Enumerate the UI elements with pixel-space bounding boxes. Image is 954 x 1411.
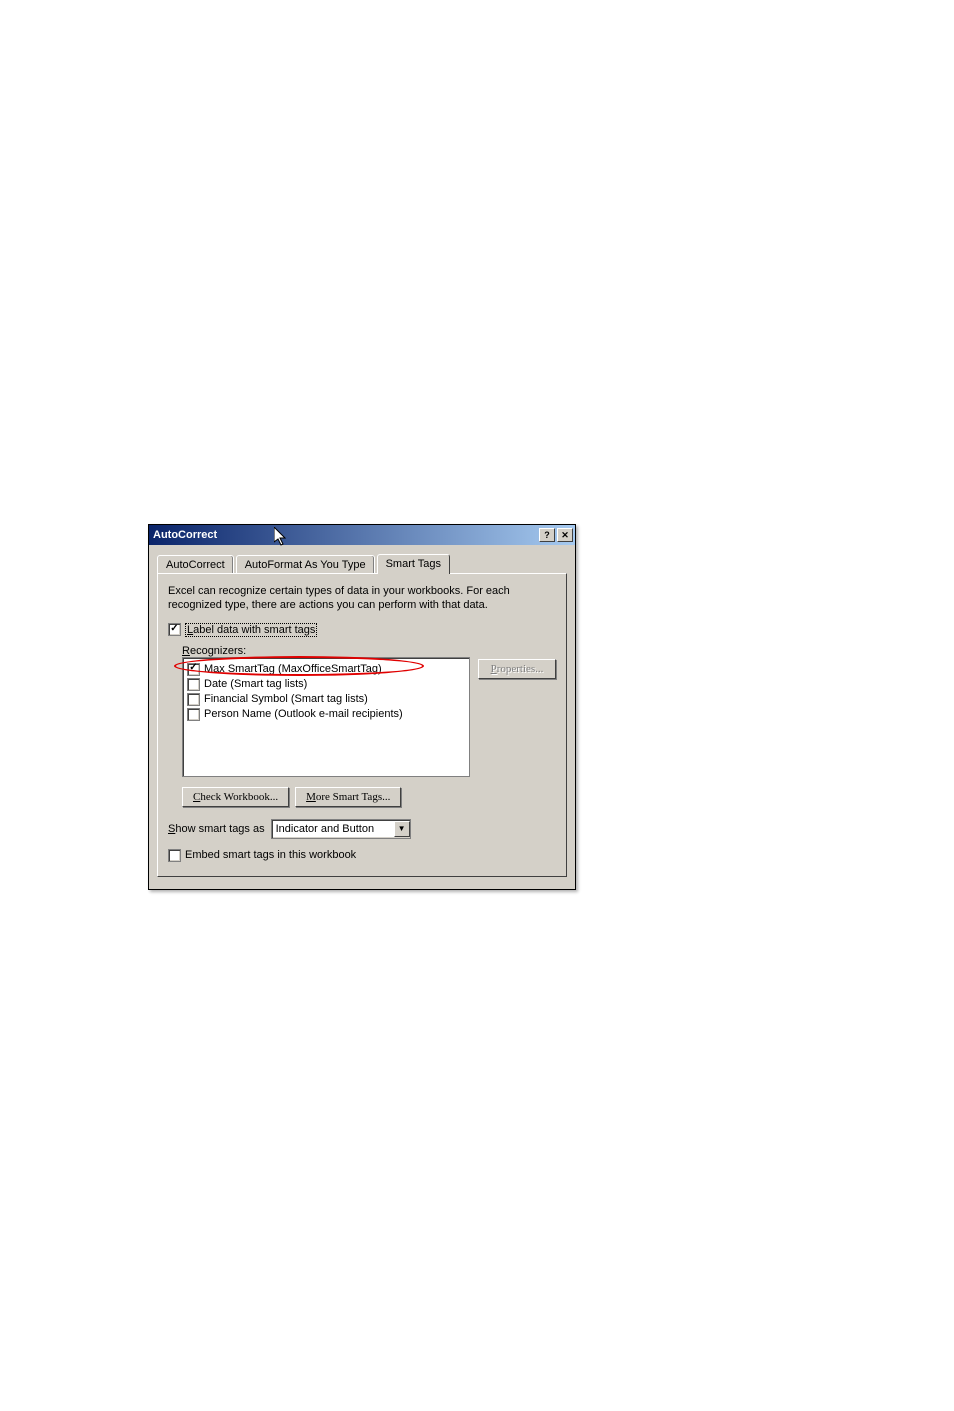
show-smart-tags-row: Show smart tags as Indicator and Button … xyxy=(168,819,556,839)
help-button[interactable]: ? xyxy=(539,528,555,542)
recognizer-label: Financial Symbol (Smart tag lists) xyxy=(204,693,368,705)
recognizer-checkbox[interactable] xyxy=(187,693,200,706)
recognizers-section: Recognizers: Max SmartTag (MaxOfficeSmar… xyxy=(182,645,556,777)
chevron-down-icon[interactable]: ▼ xyxy=(394,821,410,837)
embed-label: Embed smart tags in this workbook xyxy=(185,849,356,861)
recognizer-checkbox[interactable] xyxy=(187,663,200,676)
more-smart-tags-button[interactable]: More Smart Tags... xyxy=(295,787,401,807)
tab-autoformat[interactable]: AutoFormat As You Type xyxy=(236,555,375,574)
tab-autocorrect[interactable]: AutoCorrect xyxy=(157,555,234,574)
titlebar[interactable]: AutoCorrect ? ✕ xyxy=(149,525,575,545)
recognizer-checkbox[interactable] xyxy=(187,678,200,691)
check-workbook-button[interactable]: Check Workbook... xyxy=(182,787,289,807)
label-data-checkbox[interactable] xyxy=(168,623,181,636)
tab-smarttags[interactable]: Smart Tags xyxy=(377,554,450,574)
recognizers-label: Recognizers: xyxy=(182,645,556,657)
recognizer-item[interactable]: Date (Smart tag lists) xyxy=(187,677,465,692)
tabs: AutoCorrect AutoFormat As You Type Smart… xyxy=(157,553,567,573)
button-row: Check Workbook... More Smart Tags... xyxy=(182,787,556,807)
autocorrect-dialog: AutoCorrect ? ✕ AutoCorrect AutoFormat A… xyxy=(148,524,576,890)
label-data-checkbox-row[interactable]: Label data with smart tags xyxy=(168,623,556,637)
recognizer-label: Date (Smart tag lists) xyxy=(204,678,307,690)
show-as-label: Show smart tags as xyxy=(168,823,265,835)
recognizer-label: Person Name (Outlook e-mail recipients) xyxy=(204,708,403,720)
recognizer-item[interactable]: Max SmartTag (MaxOfficeSmartTag) xyxy=(187,662,465,677)
dialog-body: AutoCorrect AutoFormat As You Type Smart… xyxy=(149,545,575,889)
embed-checkbox-row[interactable]: Embed smart tags in this workbook xyxy=(168,849,556,862)
label-data-label: Label data with smart tags xyxy=(185,623,317,637)
recognizer-item[interactable]: Financial Symbol (Smart tag lists) xyxy=(187,692,465,707)
intro-text: Excel can recognize certain types of dat… xyxy=(168,584,556,613)
tab-panel: Excel can recognize certain types of dat… xyxy=(157,573,567,877)
embed-checkbox[interactable] xyxy=(168,849,181,862)
show-as-dropdown[interactable]: Indicator and Button ▼ xyxy=(271,819,411,839)
show-as-value: Indicator and Button xyxy=(276,823,394,835)
dialog-title: AutoCorrect xyxy=(153,529,537,541)
recognizer-checkbox[interactable] xyxy=(187,708,200,721)
close-button[interactable]: ✕ xyxy=(557,528,573,542)
recognizer-item[interactable]: Person Name (Outlook e-mail recipients) xyxy=(187,707,465,722)
recognizer-label: Max SmartTag (MaxOfficeSmartTag) xyxy=(204,663,382,675)
properties-button: Properties... xyxy=(478,659,556,679)
recognizers-listbox[interactable]: Max SmartTag (MaxOfficeSmartTag) Date (S… xyxy=(182,657,470,777)
